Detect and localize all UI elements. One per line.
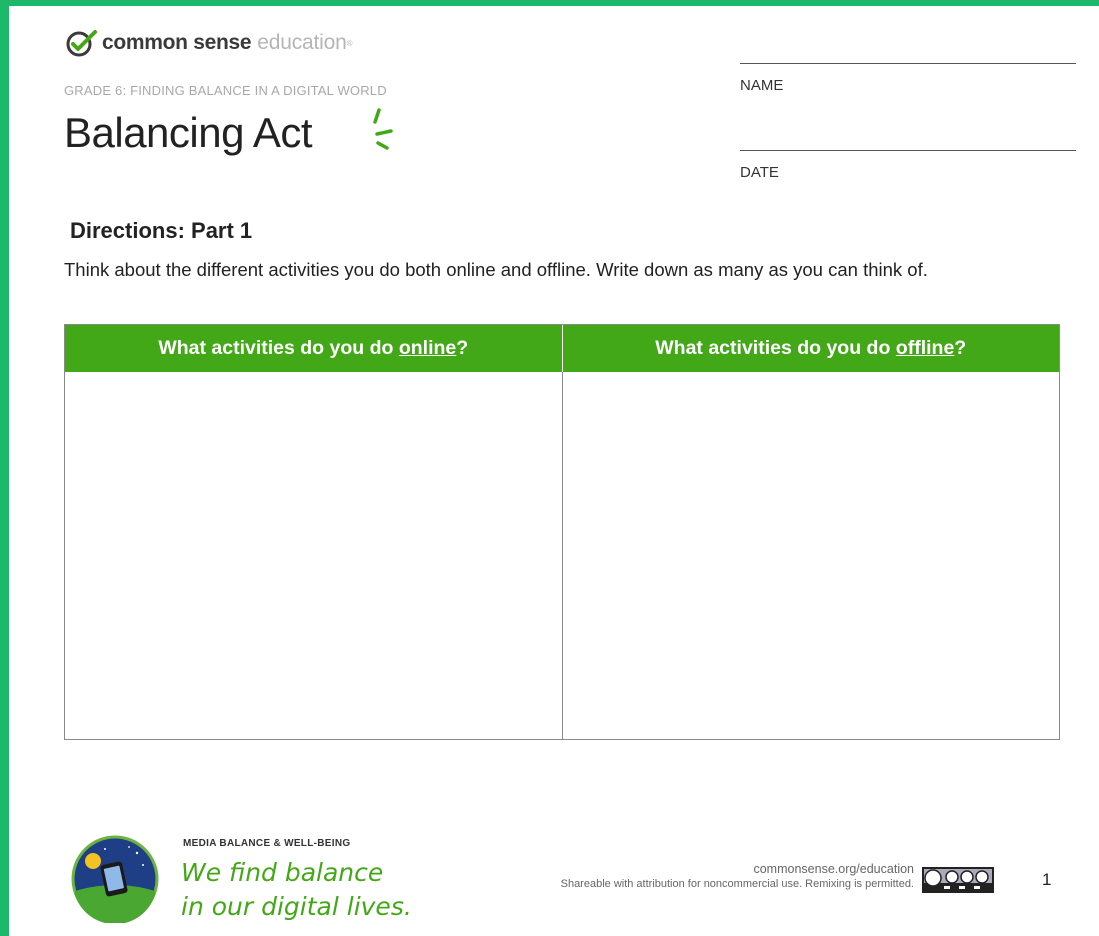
brand-name-strong: common sense bbox=[102, 31, 252, 54]
page-number: 1 bbox=[1042, 870, 1052, 889]
header-offline-suffix: ? bbox=[954, 337, 967, 359]
slogan-line-2: in our digital lives. bbox=[181, 892, 412, 921]
footer-site: commonsense.org/education bbox=[753, 862, 914, 876]
date-label: DATE bbox=[740, 164, 779, 181]
name-line[interactable] bbox=[740, 63, 1076, 64]
page-title: Balancing Act bbox=[64, 109, 313, 156]
grade-line: GRADE 6: FINDING BALANCE IN A DIGITAL WO… bbox=[64, 83, 387, 98]
offline-activities-cell[interactable] bbox=[561, 372, 1060, 739]
header-online: What activities do you do online? bbox=[65, 325, 562, 372]
table-header: What activities do you do online? What a… bbox=[65, 325, 1059, 372]
footer-license: Shareable with attribution for noncommer… bbox=[560, 878, 914, 890]
date-line[interactable] bbox=[740, 150, 1076, 151]
tablet-badge-icon bbox=[71, 835, 159, 923]
slogan: We find balance in our digital lives. bbox=[181, 856, 412, 924]
brand-logo: common sense education ® bbox=[64, 28, 352, 58]
slogan-line-1: We find balance bbox=[181, 858, 384, 887]
creative-commons-icon bbox=[922, 867, 994, 893]
sparkle-icon bbox=[373, 108, 393, 150]
header-offline-emph: offline bbox=[895, 337, 955, 359]
brand-name-light: education bbox=[257, 31, 347, 54]
directions-text: Think about the different activities you… bbox=[64, 259, 928, 280]
directions-heading: Directions: Part 1 bbox=[70, 218, 253, 243]
activities-table: What activities do you do online? What a… bbox=[64, 324, 1060, 740]
category-label: MEDIA BALANCE & WELL-BEING bbox=[183, 838, 351, 849]
checkmark-logo-icon bbox=[66, 30, 97, 57]
worksheet-page: common sense education ® GRADE 6: FINDIN… bbox=[9, 6, 1099, 936]
header-online-suffix: ? bbox=[456, 337, 469, 359]
header-offline-prefix: What activities do you do bbox=[655, 337, 891, 359]
header-online-prefix: What activities do you do bbox=[158, 337, 394, 359]
name-label: NAME bbox=[740, 77, 784, 94]
header-online-emph: online bbox=[398, 337, 457, 359]
registered-mark: ® bbox=[346, 38, 353, 48]
online-activities-cell[interactable] bbox=[65, 372, 562, 739]
header-offline: What activities do you do offline? bbox=[561, 325, 1060, 372]
table-body bbox=[65, 372, 1059, 739]
